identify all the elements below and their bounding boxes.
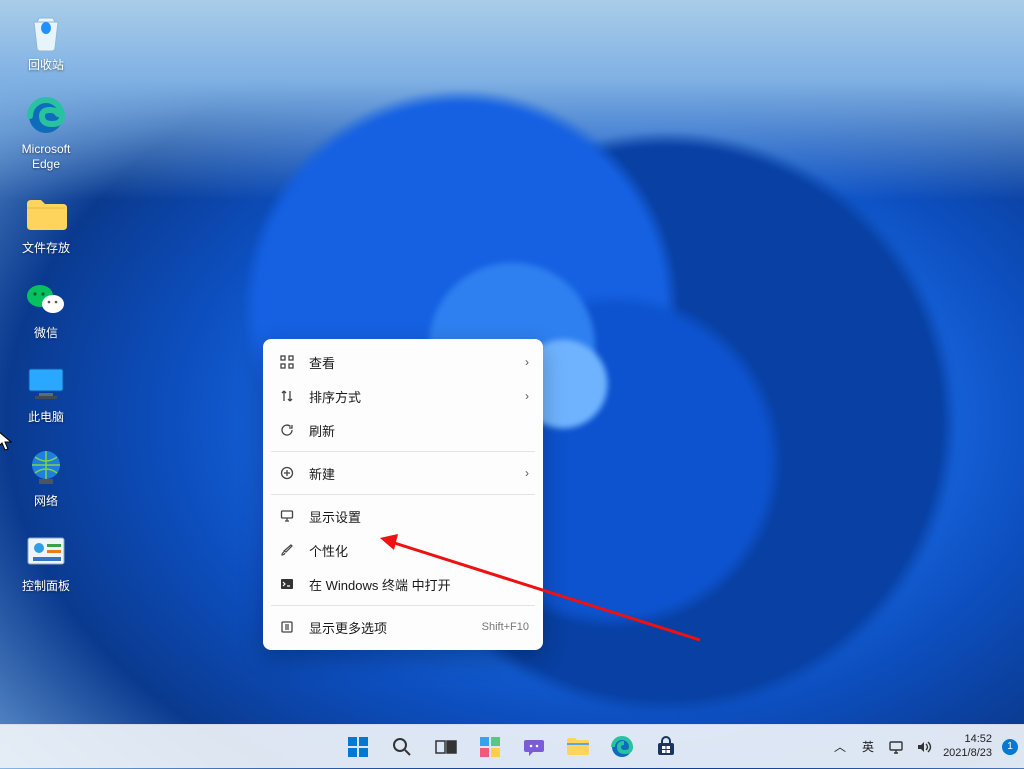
notification-badge[interactable]: 1 xyxy=(1002,739,1018,755)
desktop-icon-control-panel[interactable]: 控制面板 xyxy=(10,531,82,593)
menu-item-refresh[interactable]: 刷新 xyxy=(263,413,543,447)
menu-separator xyxy=(271,605,535,606)
menu-item-label: 在 Windows 终端 中打开 xyxy=(309,575,529,594)
desktop-icon-label: Microsoft Edge xyxy=(10,142,82,171)
desktop-icons: 回收站 Microsoft Edge 文件存放 微信 此电脑 网络 xyxy=(10,10,82,593)
network-tray-icon[interactable] xyxy=(887,738,905,756)
edge-button[interactable] xyxy=(602,727,642,767)
menu-item-label: 显示更多选项 xyxy=(309,618,482,637)
menu-item-label: 新建 xyxy=(309,464,525,483)
grid-icon xyxy=(277,355,297,369)
menu-item-label: 显示设置 xyxy=(309,507,529,526)
desktop-context-menu: 查看 › 排序方式 › 刷新 新建 › 显示设置 个性化 在 Windows 终… xyxy=(263,339,543,650)
menu-item-sort[interactable]: 排序方式 › xyxy=(263,379,543,413)
desktop-icon-edge[interactable]: Microsoft Edge xyxy=(10,94,82,171)
search-button[interactable] xyxy=(382,727,422,767)
store-button[interactable] xyxy=(646,727,686,767)
menu-item-label: 排序方式 xyxy=(309,387,525,406)
more-icon xyxy=(277,620,297,634)
menu-item-label: 查看 xyxy=(309,353,525,372)
desktop-icon-label: 网络 xyxy=(34,494,58,508)
desktop-icon-label: 此电脑 xyxy=(28,410,64,424)
clock-date: 2021/8/23 xyxy=(943,747,992,760)
menu-separator xyxy=(271,494,535,495)
menu-item-more-options[interactable]: 显示更多选项 Shift+F10 xyxy=(263,610,543,644)
desktop-icon-label: 微信 xyxy=(34,326,58,340)
desktop-icon-folder[interactable]: 文件存放 xyxy=(10,193,82,255)
globe-icon xyxy=(24,446,68,490)
system-tray: ︿ 英 14:52 2021/8/23 1 xyxy=(831,725,1018,769)
desktop-icon-recycle-bin[interactable]: 回收站 xyxy=(10,10,82,72)
folder-icon xyxy=(24,193,68,237)
clock[interactable]: 14:52 2021/8/23 xyxy=(943,733,992,759)
terminal-icon xyxy=(277,577,297,591)
desktop-icon-network[interactable]: 网络 xyxy=(10,446,82,508)
explorer-button[interactable] xyxy=(558,727,598,767)
recycle-bin-icon xyxy=(24,10,68,54)
clock-time: 14:52 xyxy=(964,733,992,746)
taskbar: ︿ 英 14:52 2021/8/23 1 xyxy=(0,724,1024,768)
menu-item-shortcut: Shift+F10 xyxy=(482,621,529,633)
chat-button[interactable] xyxy=(514,727,554,767)
ime-indicator[interactable]: 英 xyxy=(859,738,877,756)
chevron-right-icon: › xyxy=(525,389,529,403)
menu-item-personalize[interactable]: 个性化 xyxy=(263,533,543,567)
chevron-right-icon: › xyxy=(525,355,529,369)
desktop-icon-label: 回收站 xyxy=(28,58,64,72)
sort-icon xyxy=(277,389,297,403)
edge-icon xyxy=(24,94,68,138)
taskview-button[interactable] xyxy=(426,727,466,767)
desktop-icon-wechat[interactable]: 微信 xyxy=(10,278,82,340)
tray-chevron-up[interactable]: ︿ xyxy=(831,738,849,756)
menu-item-display-settings[interactable]: 显示设置 xyxy=(263,499,543,533)
desktop-icon-this-pc[interactable]: 此电脑 xyxy=(10,362,82,424)
menu-item-label: 刷新 xyxy=(309,421,529,440)
widgets-button[interactable] xyxy=(470,727,510,767)
menu-item-new[interactable]: 新建 › xyxy=(263,456,543,490)
menu-separator xyxy=(271,451,535,452)
plus-circle-icon xyxy=(277,466,297,480)
volume-tray-icon[interactable] xyxy=(915,738,933,756)
menu-item-open-terminal[interactable]: 在 Windows 终端 中打开 xyxy=(263,567,543,601)
taskbar-center xyxy=(338,727,686,767)
menu-item-label: 个性化 xyxy=(309,541,529,560)
menu-item-view[interactable]: 查看 › xyxy=(263,345,543,379)
start-button[interactable] xyxy=(338,727,378,767)
brush-icon xyxy=(277,543,297,557)
monitor-icon xyxy=(24,362,68,406)
desktop-icon-label: 文件存放 xyxy=(22,241,70,255)
refresh-icon xyxy=(277,423,297,437)
control-panel-icon xyxy=(24,531,68,575)
chevron-right-icon: › xyxy=(525,466,529,480)
display-icon xyxy=(277,509,297,523)
wechat-icon xyxy=(24,278,68,322)
desktop-icon-label: 控制面板 xyxy=(22,579,70,593)
